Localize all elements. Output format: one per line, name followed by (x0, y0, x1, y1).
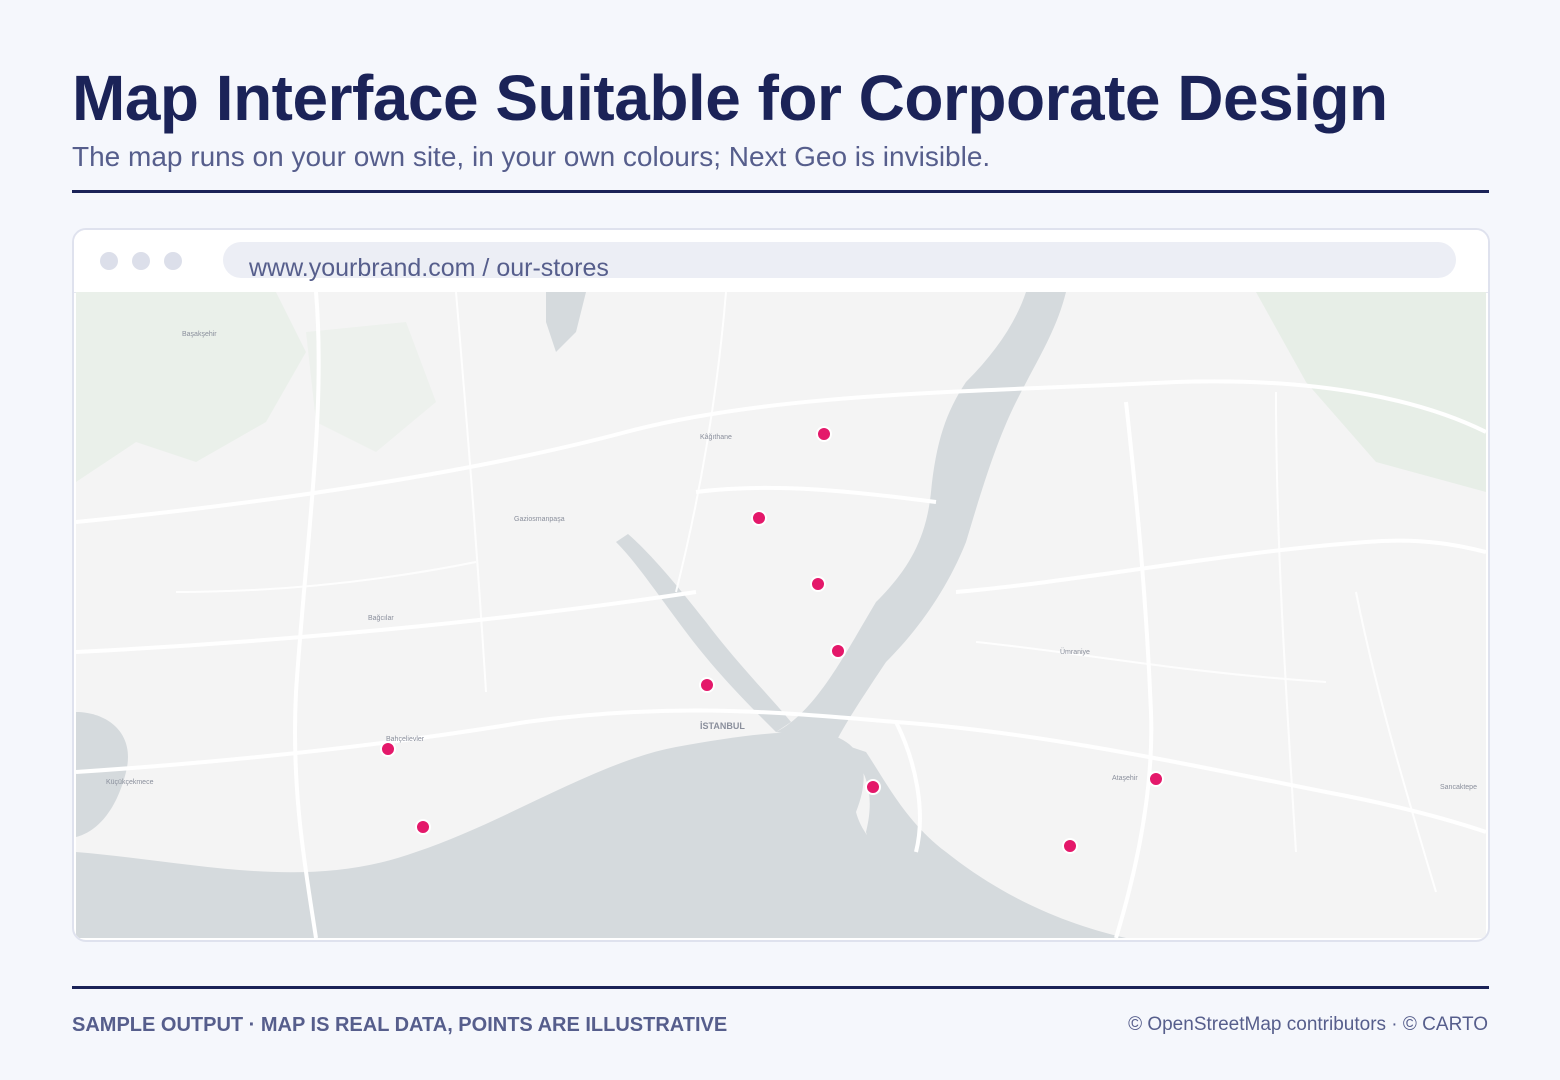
map-attribution[interactable]: © OpenStreetMap contributors · © CARTO (1128, 1014, 1488, 1036)
footer-note: SAMPLE OUTPUT · MAP IS REAL DATA, POINTS… (72, 1014, 728, 1036)
store-point[interactable] (380, 741, 396, 757)
page-title: Map Interface Suitable for Corporate Des… (72, 62, 1388, 134)
map-view[interactable]: Başakşehir Kâğıthane Gaziosmanpaşa Bağcı… (76, 292, 1486, 938)
footer-divider (72, 986, 1489, 989)
store-point[interactable] (415, 819, 431, 835)
store-point[interactable] (816, 426, 832, 442)
browser-window: www.yourbrand.com / our-stores Başakşehi… (72, 228, 1490, 942)
address-bar-url: www.yourbrand.com / our-stores (249, 254, 609, 282)
district-label: Sancaktepe (1440, 784, 1477, 791)
district-label: Gaziosmanpaşa (514, 516, 565, 523)
district-label: Kâğıthane (700, 434, 732, 441)
window-dot-icon[interactable] (100, 252, 118, 270)
district-label: Bağcılar (368, 615, 394, 622)
map-canvas[interactable]: Başakşehir Kâğıthane Gaziosmanpaşa Bağcı… (76, 292, 1486, 938)
store-point[interactable] (830, 643, 846, 659)
window-dot-icon[interactable] (132, 252, 150, 270)
header-divider (72, 190, 1489, 193)
district-label: Ataşehir (1112, 775, 1138, 782)
store-point[interactable] (1148, 771, 1164, 787)
browser-chrome: www.yourbrand.com / our-stores (74, 230, 1488, 293)
store-point[interactable] (865, 779, 881, 795)
page-subtitle: The map runs on your own site, in your o… (72, 141, 991, 172)
store-point[interactable] (810, 576, 826, 592)
district-label: Bahçelievler (386, 736, 425, 743)
district-label: Ümraniye (1060, 648, 1090, 656)
store-point[interactable] (699, 677, 715, 693)
district-label: Küçükçekmece (106, 779, 154, 786)
store-point[interactable] (751, 510, 767, 526)
store-point[interactable] (1062, 838, 1078, 854)
window-dot-icon[interactable] (164, 252, 182, 270)
address-bar[interactable]: www.yourbrand.com / our-stores (223, 242, 1456, 282)
city-label: İSTANBUL (700, 721, 745, 731)
district-label: Başakşehir (182, 331, 217, 338)
